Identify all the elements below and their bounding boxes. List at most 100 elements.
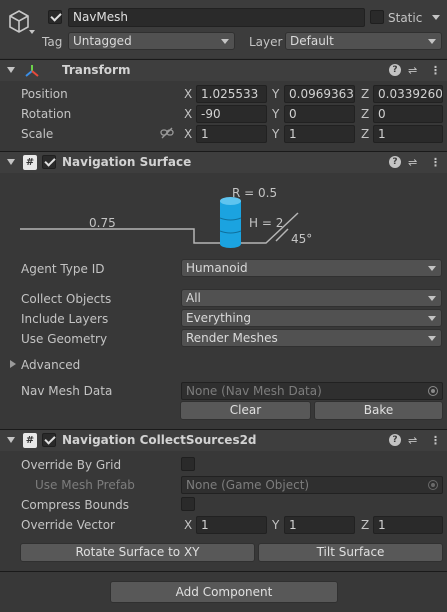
foldout-arrow-icon[interactable]: [7, 159, 15, 165]
transform-header[interactable]: Transform ? ⇌ ⋮: [0, 59, 447, 81]
rotation-z-axis[interactable]: Z: [361, 107, 369, 121]
override-vector-y-field[interactable]: 1: [284, 516, 355, 534]
agent-radius-label: R = 0.5: [232, 186, 278, 200]
chevron-down-icon: [428, 336, 436, 341]
transform-title: Transform: [62, 63, 131, 77]
scale-z-axis[interactable]: Z: [361, 127, 369, 141]
foldout-arrow-icon[interactable]: [7, 67, 15, 73]
scale-x-axis[interactable]: X: [184, 127, 192, 141]
override-vector-z-axis[interactable]: Z: [361, 518, 369, 532]
position-x-axis[interactable]: X: [184, 87, 192, 101]
chevron-down-icon: [428, 316, 436, 321]
chevron-down-icon: [428, 296, 436, 301]
object-name-field[interactable]: NavMesh: [68, 8, 365, 27]
compress-bounds-label: Compress Bounds: [21, 498, 130, 512]
scale-z-field[interactable]: 1: [373, 125, 443, 143]
object-picker-icon[interactable]: [428, 480, 438, 490]
rotation-x-field[interactable]: -90: [196, 105, 267, 123]
object-header: NavMesh Static Tag Untagged Layer Defaul…: [0, 0, 447, 58]
collect-objects-label: Collect Objects: [21, 292, 112, 306]
position-z-field[interactable]: 0.0339260: [373, 85, 443, 103]
static-dropdown-caret-icon[interactable]: [432, 15, 440, 20]
override-vector-x-axis[interactable]: X: [184, 518, 192, 532]
override-by-grid-label: Override By Grid: [21, 458, 122, 472]
position-label: Position: [21, 87, 68, 101]
rotation-y-axis[interactable]: Y: [272, 107, 279, 121]
script-icon: #: [23, 433, 37, 448]
tilt-surface-button[interactable]: Tilt Surface: [258, 543, 443, 562]
more-menu-icon[interactable]: ⋮: [430, 434, 441, 447]
use-geometry-value: Render Meshes: [186, 331, 278, 345]
agent-type-label: Agent Type ID: [21, 262, 105, 276]
more-menu-icon[interactable]: ⋮: [430, 156, 441, 169]
position-y-axis[interactable]: Y: [272, 87, 279, 101]
static-checkbox[interactable]: [370, 10, 384, 24]
use-geometry-dropdown[interactable]: Render Meshes: [181, 329, 442, 347]
help-icon[interactable]: ?: [389, 434, 401, 446]
compress-bounds-checkbox[interactable]: [181, 497, 195, 511]
collect-objects-dropdown[interactable]: All: [181, 289, 442, 307]
override-by-grid-checkbox[interactable]: [181, 457, 195, 471]
scale-y-axis[interactable]: Y: [272, 127, 279, 141]
use-geometry-label: Use Geometry: [21, 332, 108, 346]
agent-height-label: H = 2: [249, 216, 284, 230]
icon-dropdown-caret-icon[interactable]: [29, 30, 35, 34]
use-mesh-prefab-field[interactable]: None (Game Object): [181, 476, 443, 494]
collect-objects-value: All: [186, 291, 201, 305]
override-vector-x-field[interactable]: 1: [196, 516, 267, 534]
override-vector-label: Override Vector: [21, 518, 115, 532]
preset-icon[interactable]: ⇌: [408, 64, 417, 77]
scale-label: Scale: [21, 127, 54, 141]
rotate-surface-button[interactable]: Rotate Surface to XY: [20, 543, 255, 562]
add-component-button[interactable]: Add Component: [110, 581, 338, 603]
collect-sources-2d-title: Navigation CollectSources2d: [62, 433, 257, 447]
collect-sources-2d-enabled-checkbox[interactable]: [42, 433, 56, 447]
navigation-surface-header[interactable]: # Navigation Surface ? ⇌ ⋮: [0, 151, 447, 173]
override-vector-z-field[interactable]: 1: [373, 516, 443, 534]
use-mesh-prefab-value: None (Game Object): [186, 478, 310, 492]
position-z-axis[interactable]: Z: [361, 87, 369, 101]
scale-y-field[interactable]: 1: [284, 125, 355, 143]
advanced-foldout[interactable]: Advanced: [21, 358, 80, 372]
position-x-field[interactable]: 1.025533: [196, 85, 267, 103]
position-y-field[interactable]: 0.0969363: [284, 85, 355, 103]
include-layers-dropdown[interactable]: Everything: [181, 309, 442, 327]
static-label: Static: [388, 11, 423, 25]
bake-button[interactable]: Bake: [314, 401, 443, 420]
active-checkbox[interactable]: [48, 10, 62, 24]
tag-dropdown[interactable]: Untagged: [68, 32, 235, 50]
help-icon[interactable]: ?: [389, 156, 401, 168]
agent-type-dropdown[interactable]: Humanoid: [181, 259, 442, 277]
rotation-z-field[interactable]: 0: [373, 105, 443, 123]
gameobject-icon[interactable]: [7, 9, 31, 38]
chevron-down-icon: [221, 39, 229, 44]
layer-dropdown[interactable]: Default: [285, 32, 442, 50]
collect-sources-2d-header[interactable]: # Navigation CollectSources2d ? ⇌ ⋮: [0, 429, 447, 451]
nav-mesh-data-value: None (Nav Mesh Data): [186, 384, 322, 398]
max-slope-label: 45°: [291, 232, 313, 246]
preset-icon[interactable]: ⇌: [408, 156, 417, 169]
step-height-label: 0.75: [89, 216, 116, 230]
include-layers-label: Include Layers: [21, 312, 109, 326]
preset-icon[interactable]: ⇌: [408, 434, 417, 447]
help-icon[interactable]: ?: [389, 64, 401, 76]
layer-value: Default: [290, 34, 334, 48]
chevron-down-icon: [428, 39, 436, 44]
agent-type-value: Humanoid: [186, 261, 248, 275]
use-mesh-prefab-label: Use Mesh Prefab: [35, 478, 135, 492]
nav-mesh-data-field[interactable]: None (Nav Mesh Data): [181, 382, 443, 400]
advanced-foldout-arrow-icon[interactable]: [10, 360, 16, 368]
script-icon: #: [23, 155, 37, 170]
rotation-x-axis[interactable]: X: [184, 107, 192, 121]
constrain-proportions-link-icon[interactable]: [160, 127, 174, 142]
override-vector-y-axis[interactable]: Y: [272, 518, 279, 532]
clear-button[interactable]: Clear: [180, 401, 311, 420]
more-menu-icon[interactable]: ⋮: [430, 64, 441, 77]
navigation-surface-enabled-checkbox[interactable]: [42, 155, 56, 169]
object-picker-icon[interactable]: [428, 386, 438, 396]
rotation-y-field[interactable]: 0: [284, 105, 355, 123]
nav-mesh-data-label: Nav Mesh Data: [21, 384, 113, 398]
scale-x-field[interactable]: 1: [196, 125, 267, 143]
transform-icon: [24, 64, 40, 81]
foldout-arrow-icon[interactable]: [7, 437, 15, 443]
